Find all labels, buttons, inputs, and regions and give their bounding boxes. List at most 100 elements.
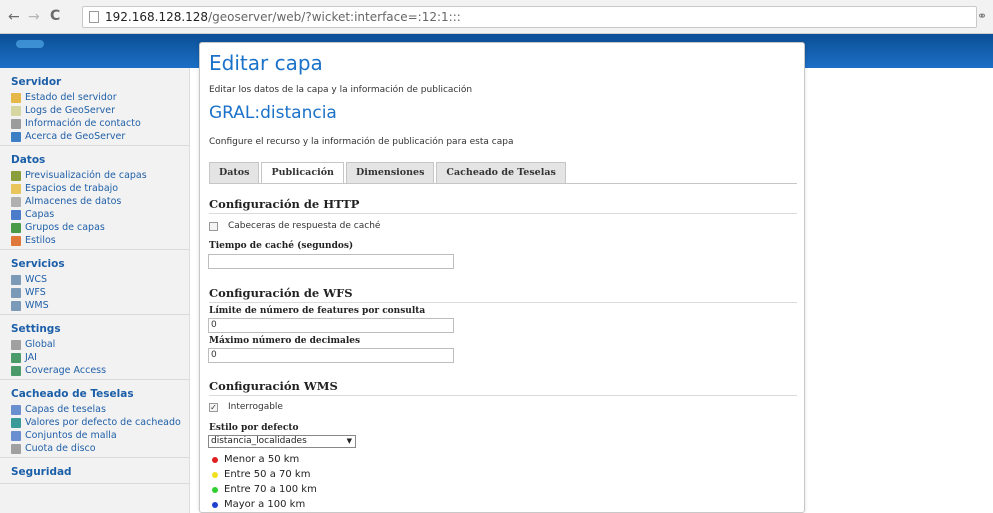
page-title: Editar capa	[209, 51, 323, 75]
legend-label: Entre 50 a 70 km	[224, 469, 311, 480]
legend-item: Mayor a 100 km	[212, 499, 305, 510]
coverage-access-icon	[11, 365, 21, 376]
edit-layer-panel: Editar capa Editar los datos de la capa …	[199, 42, 805, 513]
sidebar-item-label: WCS	[25, 274, 48, 285]
sidebar-item[interactable]: Almacenes de datos	[11, 195, 189, 208]
sidebar-item[interactable]: Grupos de capas	[11, 221, 189, 234]
sidebar-item-label: Información de contacto	[25, 118, 141, 129]
wcs-icon	[11, 274, 21, 285]
sidebar: Servidor Estado del servidor Logs de GeoSe…	[0, 68, 190, 513]
zoom-icon[interactable]: ⚭	[977, 9, 987, 23]
wfs-icon	[11, 287, 21, 298]
sidebar-section-title: Seguridad	[11, 466, 72, 478]
sidebar-section-title: Datos	[11, 154, 46, 166]
sidebar-item[interactable]: Capas de teselas	[11, 403, 189, 416]
server-status-icon	[11, 92, 21, 103]
datastore-icon	[11, 196, 21, 207]
tab-cacheado-de-teselas[interactable]: Cacheado de Teselas	[436, 162, 566, 183]
sidebar-item-label: WFS	[25, 287, 46, 298]
sidebar-item-label: Previsualización de capas	[25, 170, 147, 181]
cache-time-label: Tiempo de caché (segundos)	[209, 241, 354, 251]
cache-headers-row: Cabeceras de respuesta de caché	[209, 221, 380, 231]
sidebar-item[interactable]: Acerca de GeoServer	[11, 130, 189, 143]
sidebar-item-label: Almacenes de datos	[25, 196, 122, 207]
jai-icon	[11, 352, 21, 363]
sidebar-item[interactable]: Coverage Access	[11, 364, 189, 377]
caching-defaults-icon	[11, 417, 21, 428]
tab-bar: Datos Publicación Dimensiones Cacheado d…	[209, 162, 568, 184]
sidebar-item[interactable]: Estilos	[11, 234, 189, 247]
layer-groups-icon	[11, 222, 21, 233]
legend-item: Entre 50 a 70 km	[212, 469, 310, 480]
back-arrow-icon[interactable]: ←	[8, 9, 20, 25]
sidebar-item[interactable]: Conjuntos de malla	[11, 429, 189, 442]
legend-dot-icon	[212, 471, 218, 478]
sidebar-section-title: Servicios	[11, 258, 65, 270]
about-icon	[11, 131, 21, 142]
gridsets-icon	[11, 430, 21, 441]
layer-description: Configure el recurso y la información de…	[209, 137, 514, 147]
forward-arrow-icon[interactable]: →	[28, 9, 40, 25]
tab-publicacion[interactable]: Publicación	[261, 162, 344, 184]
legend-dot-icon	[212, 486, 218, 493]
sidebar-item-label: Cuota de disco	[25, 443, 96, 454]
page-description: Editar los datos de la capa y la informa…	[209, 85, 473, 95]
sidebar-item[interactable]: Logs de GeoServer	[11, 104, 189, 117]
address-bar[interactable]: 192.168.128.128/geoserver/web/?wicket:in…	[82, 6, 977, 28]
tile-layers-icon	[11, 404, 21, 415]
wfs-section-heading: Configuración de WFS	[209, 286, 797, 303]
sidebar-item[interactable]: WCS	[11, 273, 189, 286]
default-style-value: distancia_localidades	[211, 436, 307, 446]
reload-icon[interactable]: C	[50, 8, 60, 24]
max-features-label: Límite de número de features por consult…	[209, 306, 426, 316]
max-decimals-label: Máximo número de decimales	[209, 336, 361, 346]
sidebar-item[interactable]: Capas	[11, 208, 189, 221]
browser-toolbar: ← → C 192.168.128.128/geoserver/web/?wic…	[0, 0, 993, 34]
queryable-row: ✓ Interrogable	[209, 402, 283, 412]
sidebar-item[interactable]: Cuota de disco	[11, 442, 189, 455]
max-features-input[interactable]: 0	[208, 318, 454, 333]
wms-section-heading: Configuración WMS	[209, 379, 797, 396]
sidebar-item-label: Acerca de GeoServer	[25, 131, 126, 142]
sidebar-item-label: Capas de teselas	[25, 404, 106, 415]
sidebar-item[interactable]: Valores por defecto de cacheado	[11, 416, 189, 429]
sidebar-section-title: Servidor	[11, 76, 62, 88]
sidebar-item-label: Coverage Access	[25, 365, 107, 376]
sidebar-item[interactable]: JAI	[11, 351, 189, 364]
legend-label: Mayor a 100 km	[224, 499, 306, 510]
sidebar-item[interactable]: Espacios de trabajo	[11, 182, 189, 195]
sidebar-section-title: Settings	[11, 323, 61, 335]
sidebar-section: Seguridad	[0, 458, 189, 484]
layers-icon	[11, 209, 21, 220]
max-decimals-input[interactable]: 0	[208, 348, 454, 363]
cache-time-input[interactable]	[208, 254, 454, 269]
sidebar-item-label: WMS	[25, 300, 49, 311]
sidebar-item[interactable]: Información de contacto	[11, 117, 189, 130]
page-icon	[89, 11, 99, 23]
cache-headers-label: Cabeceras de respuesta de caché	[228, 221, 381, 231]
layer-title: GRAL:distancia	[209, 103, 337, 123]
workspace-icon	[11, 183, 21, 194]
tab-datos[interactable]: Datos	[209, 162, 260, 183]
default-style-label: Estilo por defecto	[209, 423, 299, 433]
cache-headers-checkbox[interactable]	[209, 221, 218, 231]
tab-dimensiones[interactable]: Dimensiones	[345, 162, 435, 183]
legend-item: Entre 70 a 100 km	[212, 484, 317, 495]
url-host: 192.168.128.128	[105, 10, 209, 24]
sidebar-section-title: Cacheado de Teselas	[11, 388, 134, 400]
sidebar-item[interactable]: WMS	[11, 299, 189, 312]
sidebar-item-label: Logs de GeoServer	[25, 105, 116, 116]
sidebar-item[interactable]: Previsualización de capas	[11, 169, 189, 182]
sidebar-item-label: Valores por defecto de cacheado	[25, 417, 181, 428]
contact-icon	[11, 118, 21, 129]
queryable-checkbox[interactable]: ✓	[209, 402, 218, 412]
sidebar-item[interactable]: WFS	[11, 286, 189, 299]
default-style-select[interactable]: distancia_localidades ▼	[208, 435, 356, 448]
layer-preview-icon	[11, 170, 21, 181]
legend-item: Menor a 50 km	[212, 454, 299, 465]
legend-label: Menor a 50 km	[224, 454, 300, 465]
legend-dot-icon	[212, 501, 218, 508]
sidebar-item[interactable]: Estado del servidor	[11, 91, 189, 104]
sidebar-item[interactable]: Global	[11, 338, 189, 351]
sidebar-item-label: Grupos de capas	[25, 222, 105, 233]
